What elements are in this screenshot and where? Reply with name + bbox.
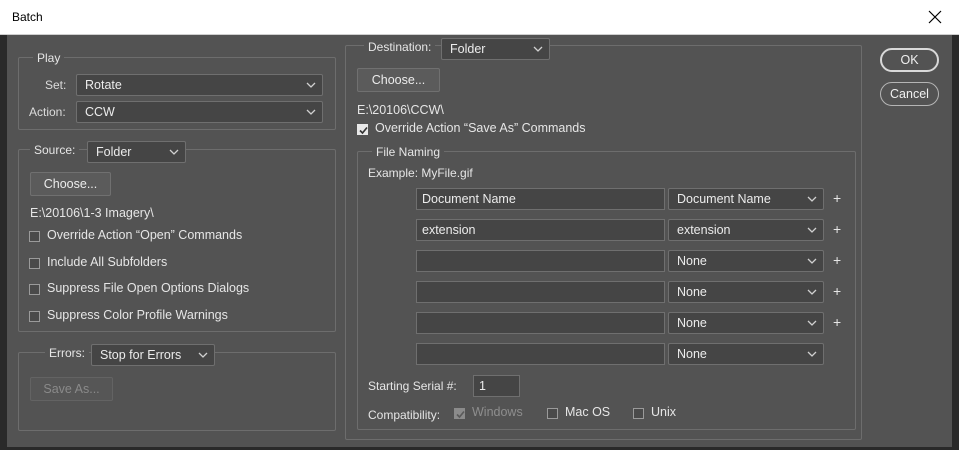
action-select-value: CCW (85, 105, 115, 119)
naming-select-value: Document Name (677, 192, 771, 206)
batch-dialog: Play Set: Rotate Action: CCW Source: Fol… (7, 35, 952, 447)
chevron-down-icon (807, 289, 817, 295)
suppress-open-options-label: Suppress File Open Options Dialogs (47, 281, 250, 295)
suppress-color-warnings-label: Suppress Color Profile Warnings (47, 308, 228, 322)
destination-select[interactable]: Folder (441, 38, 550, 60)
naming-text-field[interactable] (416, 281, 665, 303)
chevron-down-icon (807, 258, 817, 264)
naming-select-value: None (677, 285, 707, 299)
destination-path: E:\20106\CCW\ (357, 103, 444, 117)
compat-windows-label: Windows (472, 405, 523, 419)
naming-select-value: extension (677, 223, 731, 237)
chevron-down-icon (306, 82, 316, 88)
source-label: Source: (30, 143, 80, 157)
errors-select-value: Stop for Errors (100, 348, 182, 362)
destination-select-value: Folder (450, 42, 486, 56)
serial-label: Starting Serial #: (368, 379, 457, 393)
errors-group: Errors: Stop for Errors Save As... (18, 344, 336, 431)
override-open-label: Override Action “Open” Commands (47, 228, 243, 242)
file-naming-legend: File Naming (372, 145, 445, 159)
chevron-down-icon (533, 46, 543, 52)
suppress-open-options-checkbox[interactable] (29, 284, 40, 295)
naming-text-field[interactable]: Document Name (416, 188, 665, 210)
compat-macos-label: Mac OS (565, 405, 611, 419)
naming-select[interactable]: None (668, 312, 824, 334)
naming-text-field[interactable] (416, 343, 665, 365)
add-naming-row-button[interactable]: + (833, 314, 841, 330)
naming-select[interactable]: None (668, 250, 824, 272)
chevron-down-icon (169, 149, 179, 155)
source-select-value: Folder (96, 145, 132, 159)
chevron-down-icon (198, 352, 208, 358)
source-choose-button[interactable]: Choose... (30, 172, 111, 196)
window-title: Batch (12, 10, 43, 24)
destination-choose-button[interactable]: Choose... (357, 68, 440, 92)
add-naming-row-button[interactable]: + (833, 190, 841, 206)
source-path: E:\20106\1-3 Imagery\ (30, 206, 154, 220)
destination-group: Destination: Folder Choose... E:\20106\C… (345, 38, 862, 440)
override-save-as-label: Override Action “Save As” Commands (375, 121, 586, 135)
compatibility-label: Compatibility: (368, 408, 441, 422)
set-select[interactable]: Rotate (76, 74, 323, 96)
naming-select-value: None (677, 316, 707, 330)
compat-windows-checkbox[interactable] (454, 408, 465, 419)
chevron-down-icon (306, 109, 316, 115)
include-subfolders-checkbox[interactable] (29, 258, 40, 269)
compat-unix-label: Unix (651, 405, 677, 419)
naming-select[interactable]: None (668, 343, 824, 365)
naming-text-field[interactable]: extension (416, 219, 665, 241)
add-naming-row-button[interactable]: + (833, 283, 841, 299)
errors-select[interactable]: Stop for Errors (91, 344, 215, 366)
naming-select[interactable]: None (668, 281, 824, 303)
chevron-down-icon (807, 351, 817, 357)
close-icon[interactable] (923, 5, 947, 29)
file-naming-example: Example: MyFile.gif (368, 166, 473, 180)
errors-save-as-button[interactable]: Save As... (30, 377, 113, 401)
set-label: Set: (45, 78, 67, 92)
override-save-as-checkbox[interactable] (357, 124, 368, 135)
destination-label: Destination: (364, 40, 436, 54)
chevron-down-icon (807, 227, 817, 233)
checkmark-icon (359, 126, 368, 135)
action-label: Action: (29, 105, 66, 119)
naming-select-value: None (677, 347, 707, 361)
action-select[interactable]: CCW (76, 101, 323, 123)
cancel-button[interactable]: Cancel (880, 82, 939, 106)
title-bar: Batch (0, 0, 959, 35)
add-naming-row-button[interactable]: + (833, 252, 841, 268)
errors-label: Errors: (45, 346, 89, 360)
naming-select[interactable]: extension (668, 219, 824, 241)
naming-select-value: None (677, 254, 707, 268)
add-naming-row-button[interactable]: + (833, 221, 841, 237)
naming-text-field[interactable] (416, 312, 665, 334)
naming-select[interactable]: Document Name (668, 188, 824, 210)
naming-text-field[interactable] (416, 250, 665, 272)
compat-macos-checkbox[interactable] (547, 408, 558, 419)
play-legend: Play (33, 51, 65, 65)
suppress-color-warnings-checkbox[interactable] (29, 311, 40, 322)
serial-input[interactable]: 1 (473, 375, 520, 397)
chevron-down-icon (807, 196, 817, 202)
file-naming-group: File Naming Example: MyFile.gif Document… (357, 145, 856, 430)
checkmark-icon (456, 410, 465, 419)
compat-unix-checkbox[interactable] (633, 408, 644, 419)
ok-button[interactable]: OK (880, 48, 939, 72)
set-select-value: Rotate (85, 78, 122, 92)
source-group: Source: Folder Choose... E:\20106\1-3 Im… (18, 141, 336, 332)
chevron-down-icon (807, 320, 817, 326)
source-select[interactable]: Folder (87, 141, 186, 163)
override-open-checkbox[interactable] (29, 231, 40, 242)
include-subfolders-label: Include All Subfolders (47, 255, 168, 269)
play-group: Play Set: Rotate Action: CCW (18, 51, 336, 130)
